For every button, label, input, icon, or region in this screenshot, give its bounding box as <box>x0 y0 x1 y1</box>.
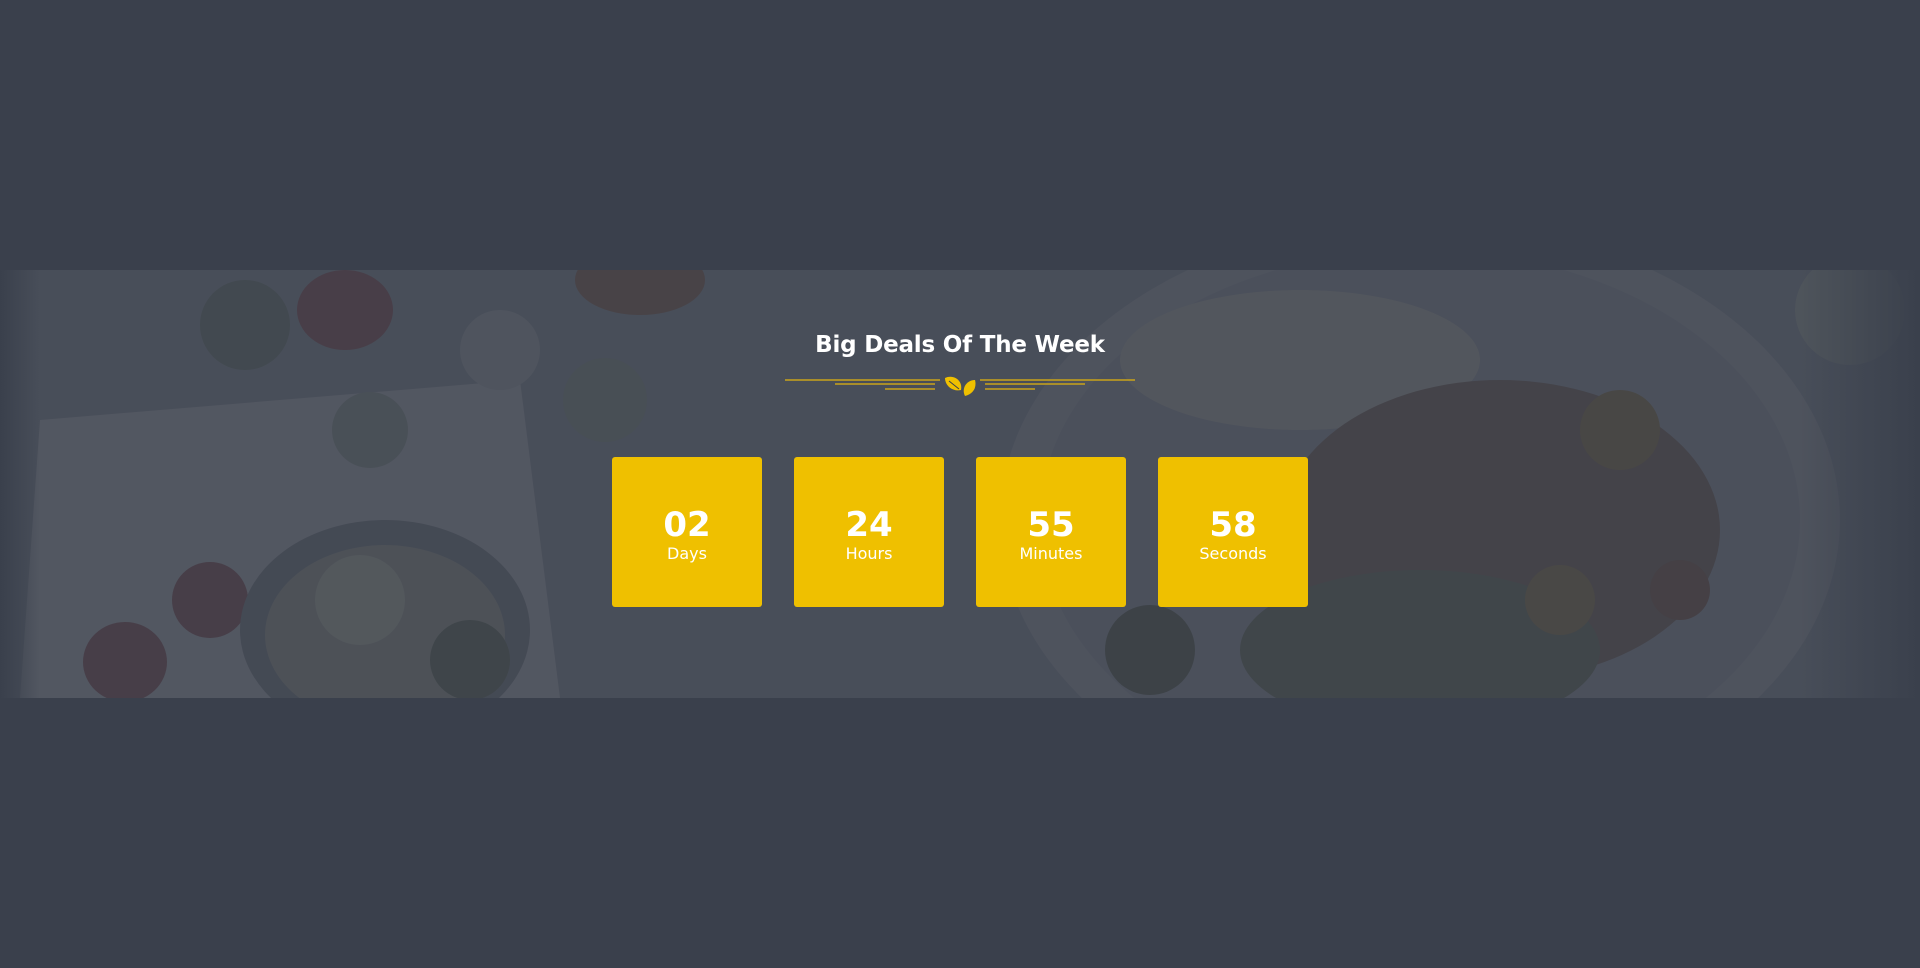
seconds-value: 58 <box>1209 505 1257 545</box>
seconds-label: Seconds <box>1199 544 1267 563</box>
days-label: Days <box>667 544 707 563</box>
countdown-minutes: 55 Minutes <box>976 457 1126 607</box>
hours-value: 24 <box>845 505 893 545</box>
section-title: Big Deals Of The Week <box>815 332 1105 358</box>
minutes-label: Minutes <box>1019 544 1083 563</box>
countdown-days: 02 Days <box>612 457 762 607</box>
days-value: 02 <box>663 505 711 545</box>
page: Big Deals Of The Week 02 Days 24 Hours 5… <box>0 0 1920 968</box>
title-divider <box>785 376 1135 396</box>
countdown-seconds: 58 Seconds <box>1158 457 1308 607</box>
leaf-icon <box>945 376 976 396</box>
hours-label: Hours <box>845 544 893 563</box>
minutes-value: 55 <box>1027 505 1075 545</box>
countdown-hours: 24 Hours <box>794 457 944 607</box>
countdown-timer: 02 Days 24 Hours 55 Minutes 58 Seconds <box>612 457 1308 607</box>
